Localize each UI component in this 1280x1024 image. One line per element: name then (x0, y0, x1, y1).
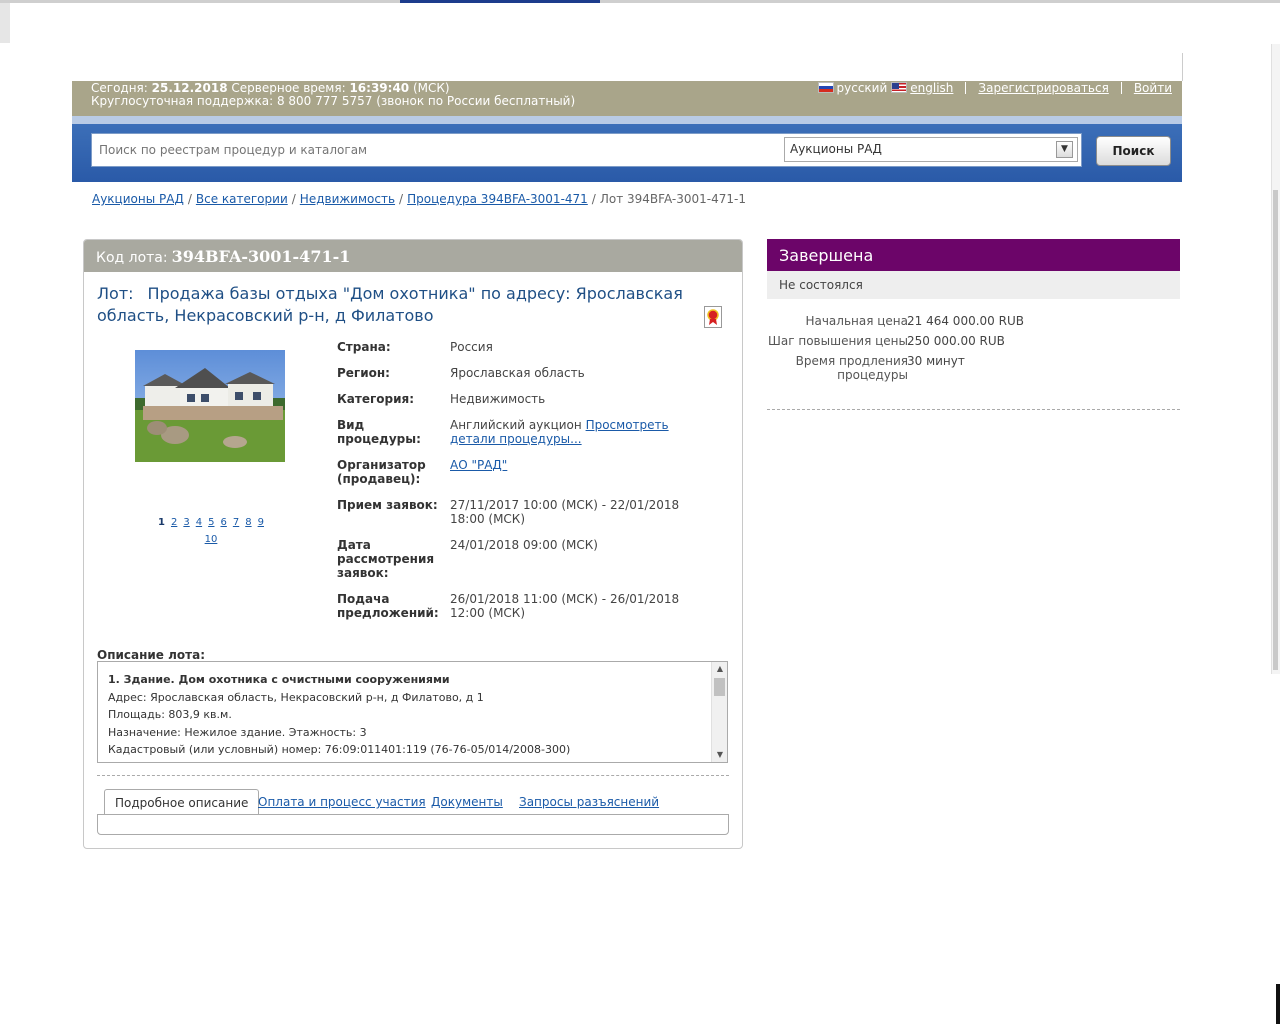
left-edge (0, 3, 10, 43)
tab-documents[interactable]: Документы (431, 789, 503, 815)
description-scrollbar[interactable]: ▲ ▼ (711, 662, 727, 762)
status-divider (767, 409, 1180, 410)
scroll-up-icon[interactable]: ▲ (712, 662, 727, 676)
breadcrumb-item[interactable]: Аукционы РАД (92, 192, 184, 206)
photo-pager: 1 2 3 4 5 6 7 8 9 10 (134, 514, 288, 548)
lot-code: 394BFA-3001-471-1 (171, 247, 351, 266)
lang-area: русский english Зарегистрироваться Войти (817, 81, 1172, 95)
lang-ru[interactable]: русский (817, 81, 887, 95)
tab-clarifications[interactable]: Запросы разъяснений (519, 789, 659, 815)
status-subtitle: Не состоялся (767, 271, 1180, 299)
breadcrumb-item[interactable]: Недвижимость (300, 192, 395, 206)
pager-current: 1 (158, 517, 165, 528)
page-scrollbar-thumb[interactable] (1273, 190, 1278, 670)
pager-link[interactable]: 6 (220, 517, 226, 528)
pager-link[interactable]: 4 (196, 517, 202, 528)
breadcrumb-item[interactable]: Все категории (196, 192, 288, 206)
chevron-down-icon[interactable]: ▼ (1056, 141, 1073, 158)
certificate-icon[interactable] (704, 306, 722, 328)
organizer-link[interactable]: АО "РАД" (450, 458, 507, 472)
us-flag-icon (891, 82, 908, 93)
lot-tabs: Подробное описание Оплата и процесс учас… (104, 789, 734, 815)
russian-flag-icon (817, 82, 834, 93)
register-link[interactable]: Зарегистрироваться (978, 81, 1108, 95)
pager-link[interactable]: 9 (258, 517, 264, 528)
section-divider (97, 775, 729, 776)
catalog-select[interactable]: Аукционы РАД ▼ (784, 137, 1078, 162)
breadcrumb-current: Лот 394BFA-3001-471-1 (599, 192, 746, 206)
pager-link[interactable]: 10 (205, 534, 218, 545)
bottom-corner (1276, 984, 1280, 1024)
tab-content (97, 814, 729, 835)
tab-payment[interactable]: Оплата и процесс участия (258, 789, 426, 815)
description-box[interactable]: 1. Здание. Дом охотника с очистными соор… (97, 661, 728, 763)
blank-overlay (10, 3, 1264, 53)
description-label: Описание лота: (97, 648, 206, 662)
pager-link[interactable]: 5 (208, 517, 214, 528)
lot-photo[interactable] (135, 350, 285, 462)
scrollbar-thumb[interactable] (714, 678, 725, 696)
lang-en-link[interactable]: english (910, 81, 953, 95)
lot-panel: Код лота: 394BFA-3001-471-1 Лот: Продажа б… (83, 239, 743, 849)
description-content: 1. Здание. Дом охотника с очистными соор… (108, 673, 571, 756)
separator (965, 82, 967, 94)
pager-link[interactable]: 8 (245, 517, 251, 528)
separator (1120, 82, 1122, 94)
info-bar: Сегодня: 25.12.2018 Серверное время: 16:… (72, 81, 1182, 116)
pager-link[interactable]: 3 (183, 517, 189, 528)
status-title: Завершена (767, 239, 1180, 271)
today-date: 25.12.2018 (151, 81, 228, 95)
breadcrumb-item[interactable]: Процедура 394BFA-3001-471 (407, 192, 588, 206)
server-time: 16:39:40 (349, 81, 410, 95)
pager-link[interactable]: 2 (171, 517, 177, 528)
support-line: Круглосуточная поддержка: 8 800 777 5757… (91, 94, 576, 108)
scroll-down-icon[interactable]: ▼ (712, 748, 727, 762)
search-box: Аукционы РАД ▼ (91, 133, 1082, 167)
server-time-line: Сегодня: 25.12.2018 Серверное время: 16:… (91, 81, 450, 95)
lot-code-header: Код лота: 394BFA-3001-471-1 (84, 240, 742, 272)
pager-link[interactable]: 7 (233, 517, 239, 528)
breadcrumb: Аукционы РАД / Все категории / Недвижимость /… (92, 192, 746, 206)
search-button[interactable]: Поиск (1096, 136, 1171, 166)
lang-en[interactable]: english (891, 81, 953, 95)
tab-detailed-description[interactable]: Подробное описание (104, 789, 260, 815)
lot-title: Лот: Продажа базы отдыха "Дом охотника" п… (97, 284, 683, 325)
frame-divider (1182, 53, 1183, 81)
search-input[interactable] (92, 134, 782, 166)
login-link[interactable]: Войти (1134, 81, 1172, 95)
